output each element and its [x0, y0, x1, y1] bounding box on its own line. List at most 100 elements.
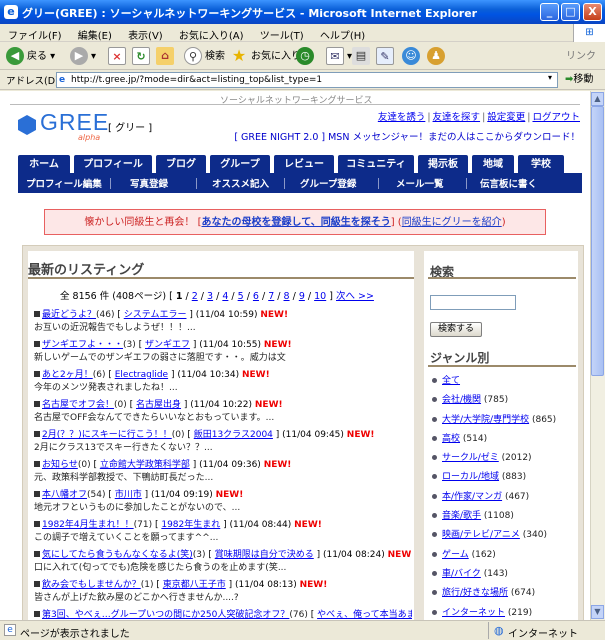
entry-category-link[interactable]: 立命館大学政策科学部 [100, 460, 190, 470]
entry-category-link[interactable]: システムエラー [124, 310, 187, 320]
genre-link[interactable]: 高校 [442, 434, 460, 444]
genre-link[interactable]: 全て [442, 376, 460, 386]
subnav-mail[interactable]: メール一覧 [396, 176, 444, 190]
go-button[interactable]: ➡移動 [565, 72, 593, 88]
entry-title-link[interactable]: 第3回、やべぇ…グループいつの間にか250人突破記念オフ？ [42, 610, 289, 620]
address-input[interactable]: http://t.gree.jp/?mode=dir&act=listing_t… [56, 72, 558, 88]
genre-link[interactable]: サークル/ゼミ [442, 453, 499, 463]
entry-title-link[interactable]: あと2ヶ月！ [42, 370, 93, 380]
edit-button[interactable]: ✎ [376, 47, 397, 67]
entry-title-link[interactable]: 本八幡オフ [42, 490, 87, 500]
menu-view[interactable]: 表示(V) [128, 31, 163, 42]
entry-title-link[interactable]: お知らせ [42, 460, 78, 470]
genre-link[interactable]: インターネット [442, 608, 505, 618]
genre-link[interactable]: 音楽/歌手 [442, 511, 481, 521]
forward-button[interactable]: ▶ ▾ [70, 47, 96, 67]
scroll-down-icon[interactable]: ▼ [591, 605, 604, 619]
entry-category-link[interactable]: 飯田13クラス2004 [194, 430, 273, 440]
tab-school[interactable]: 学校 [518, 155, 564, 173]
subnav-group-register[interactable]: グループ登録 [300, 176, 356, 190]
menu-help[interactable]: ヘルプ(H) [320, 31, 365, 42]
search-toolbar-button[interactable]: ⚲ 検索 [184, 47, 225, 67]
subnav-profile-edit[interactable]: プロフィール編集 [26, 176, 102, 190]
entry-category-link[interactable]: 東京都八王子市 [163, 580, 226, 590]
minimize-button[interactable]: _ [540, 3, 559, 21]
settings-link[interactable]: 設定変更 [487, 112, 525, 123]
entry-title-link[interactable]: 2月(？？)にスキーに行こう！！ [42, 430, 172, 440]
tab-home[interactable]: ホーム [18, 155, 70, 173]
entry-category-link[interactable]: ザンギエフ [145, 340, 190, 350]
entry-category-link[interactable]: 賞味期限は自分で決める [215, 550, 314, 560]
stop-button[interactable]: × [108, 47, 129, 67]
pager-link[interactable]: 10 [314, 291, 326, 302]
home-button[interactable]: ⌂ [156, 47, 177, 67]
entry-category-link[interactable]: 1982年生まれ [161, 520, 220, 530]
search-input[interactable] [430, 295, 516, 310]
invite-friends-link[interactable]: 友達を誘う [378, 112, 426, 123]
subnav-recommend[interactable]: オススメ記入 [212, 176, 269, 190]
pager-link[interactable]: 6 [253, 291, 259, 302]
entry-title-link[interactable]: 最近どうよ？ [42, 310, 96, 320]
pager-link[interactable]: 4 [222, 291, 228, 302]
genre-link[interactable]: 旅行/好きな場所 [442, 588, 508, 598]
back-button[interactable]: ◀ 戻る ▾ [6, 47, 55, 67]
banner-introduce-link[interactable]: 同級生にグリーを紹介 [402, 217, 502, 228]
find-friends-link[interactable]: 友達を探す [433, 112, 481, 123]
genre-link[interactable]: 大学/大学院/専門学校 [442, 415, 529, 425]
entry-title-link[interactable]: 飲み会でもしませんか？ [42, 580, 141, 590]
favorites-button[interactable]: ★ お気に入り [230, 47, 301, 67]
entry-category-link[interactable]: 市川市 [115, 490, 142, 500]
logout-link[interactable]: ログアウト [532, 112, 580, 123]
pager-link[interactable]: 8 [284, 291, 290, 302]
refresh-button[interactable]: ↻ [132, 47, 153, 67]
genre-link[interactable]: 映画/テレビ/アニメ [442, 530, 520, 540]
genre-link[interactable]: ローカル/地域 [442, 472, 499, 482]
entry-category-link[interactable]: 名古屋出身 [136, 400, 181, 410]
links-label[interactable]: リンク [566, 47, 596, 67]
pager-next-link[interactable]: 次へ >> [336, 291, 374, 302]
print-button[interactable]: ▤ [352, 47, 373, 67]
entry-title-link[interactable]: 1982年4月生まれ！！ [42, 520, 134, 530]
scroll-thumb[interactable] [591, 106, 604, 376]
gree-logo[interactable]: GREE [40, 109, 109, 136]
entry-category-link[interactable]: やべぇ、俺って本当あまり友達がいねえ！ [317, 610, 412, 620]
research-button[interactable]: ♟ [427, 47, 448, 67]
menu-tools[interactable]: ツール(T) [260, 31, 304, 42]
scroll-up-icon[interactable]: ▲ [591, 92, 604, 106]
tab-review[interactable]: レビュー [274, 155, 334, 173]
genre-link[interactable]: 車/バイク [442, 569, 481, 579]
genre-link[interactable]: 会社/機関 [442, 395, 481, 405]
tab-profile[interactable]: プロフィール [74, 155, 152, 173]
pager-link[interactable]: 3 [207, 291, 213, 302]
mail-button[interactable]: ✉ ▾ [326, 47, 352, 67]
address-dropdown-icon[interactable]: ▾ [548, 73, 558, 87]
genre-link[interactable]: ゲーム [442, 550, 469, 560]
tab-bbs[interactable]: 掲示板 [418, 155, 468, 173]
menu-edit[interactable]: 編集(E) [78, 31, 112, 42]
maximize-button[interactable]: □ [561, 3, 580, 21]
subnav-message-board[interactable]: 伝言板に書く [480, 176, 537, 190]
entry-title-link[interactable]: 名古屋でオフ会！ [42, 400, 114, 410]
search-submit-button[interactable]: 検索する [430, 322, 482, 337]
subnav-photo[interactable]: 写真登録 [130, 176, 168, 190]
tab-community[interactable]: コミュニティ [338, 155, 414, 173]
tab-group[interactable]: グループ [210, 155, 270, 173]
entry-category-link[interactable]: Electraglide [115, 370, 168, 380]
messenger-button[interactable]: ☺ [402, 47, 423, 67]
pager-link[interactable]: 5 [238, 291, 244, 302]
entry-title-link[interactable]: 気にしてたら食うもんなくなるよ(笑) [42, 550, 193, 560]
menu-file[interactable]: ファイル(F) [8, 31, 62, 42]
history-button[interactable]: ◷ [296, 47, 317, 67]
tab-blog[interactable]: ブログ [156, 155, 206, 173]
announcement-link[interactable]: [ GREE NIGHT 2.0 ] MSN メッセンジャー！まだの人はここから… [234, 129, 580, 143]
close-button[interactable]: X [583, 3, 602, 21]
pager-link[interactable]: 9 [299, 291, 305, 302]
banner-register-school-link[interactable]: あなたの母校を登録して、同級生を探そう [202, 217, 391, 228]
pager-link[interactable]: 7 [268, 291, 274, 302]
pager-link[interactable]: 2 [192, 291, 198, 302]
gree-logo-icon[interactable] [18, 115, 36, 135]
genre-link[interactable]: 本/作家/マンガ [442, 492, 502, 502]
menu-favorites[interactable]: お気に入り(A) [179, 31, 244, 42]
entry-title-link[interactable]: ザンギエフよ・・・ [42, 340, 123, 350]
tab-area[interactable]: 地域 [472, 155, 514, 173]
